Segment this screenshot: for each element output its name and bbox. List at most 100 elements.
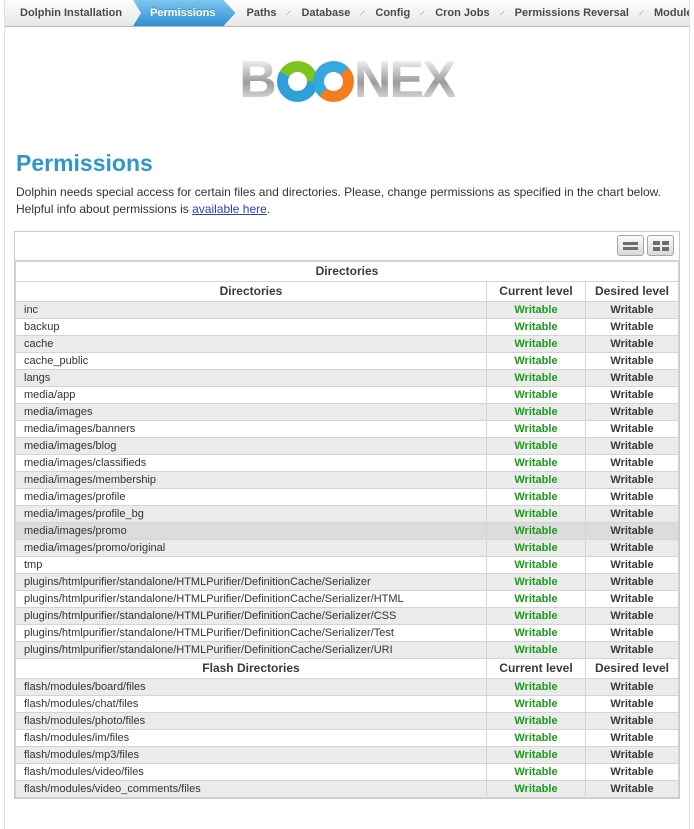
column-header-1: Current level bbox=[486, 658, 585, 678]
column-header-2: Desired level bbox=[585, 658, 678, 678]
view-toggle-toolbar bbox=[15, 232, 679, 261]
table-row: flash/modules/video/filesWritableWritabl… bbox=[16, 763, 679, 780]
nav-step-permissions-reversal[interactable]: Permissions Reversal bbox=[504, 0, 640, 26]
table-row: plugins/htmlpurifier/standalone/HTMLPuri… bbox=[16, 590, 679, 607]
desired-level-cell: Writable bbox=[585, 573, 678, 590]
current-level-cell: Writable bbox=[486, 590, 585, 607]
directory-path-cell: flash/modules/photo/files bbox=[16, 712, 487, 729]
table-row: tmpWritableWritable bbox=[16, 556, 679, 573]
directory-path-cell: plugins/htmlpurifier/standalone/HTMLPuri… bbox=[16, 607, 487, 624]
table-group-header: Directories bbox=[16, 261, 679, 281]
desired-level-cell: Writable bbox=[585, 539, 678, 556]
directory-path-cell: cache bbox=[16, 335, 487, 352]
desired-level-cell: Writable bbox=[585, 437, 678, 454]
grid-view-button[interactable] bbox=[647, 235, 674, 256]
current-level-cell: Writable bbox=[486, 522, 585, 539]
desired-level-cell: Writable bbox=[585, 403, 678, 420]
current-level-cell: Writable bbox=[486, 678, 585, 695]
current-level-cell: Writable bbox=[486, 746, 585, 763]
list-view-icon bbox=[623, 242, 638, 250]
logo-letter-b: B bbox=[239, 56, 275, 104]
desired-level-cell: Writable bbox=[585, 318, 678, 335]
directory-path-cell: plugins/htmlpurifier/standalone/HTMLPuri… bbox=[16, 641, 487, 658]
intro-line2: Helpful info about permissions is bbox=[16, 202, 192, 216]
table-row: incWritableWritable bbox=[16, 301, 679, 318]
directory-path-cell: plugins/htmlpurifier/standalone/HTMLPuri… bbox=[16, 590, 487, 607]
main-content: Permissions Dolphin needs special access… bbox=[5, 150, 689, 218]
table-row: langsWritableWritable bbox=[16, 369, 679, 386]
intro-line1: Dolphin needs special access for certain… bbox=[16, 185, 661, 199]
column-header-1: Current level bbox=[486, 281, 585, 301]
desired-level-cell: Writable bbox=[585, 746, 678, 763]
directory-path-cell: media/images/classifieds bbox=[16, 454, 487, 471]
table-row: flash/modules/video_comments/files Writab… bbox=[16, 780, 679, 797]
logo-ring-green-blue-icon bbox=[277, 61, 318, 102]
desired-level-cell: Writable bbox=[585, 488, 678, 505]
current-level-cell: Writable bbox=[486, 607, 585, 624]
directory-path-cell: media/images/profile_bg bbox=[16, 505, 487, 522]
directory-path-cell: inc bbox=[16, 301, 487, 318]
nav-step-paths[interactable]: Paths bbox=[235, 0, 287, 26]
table-row: flash/modules/chat/filesWritableWritable bbox=[16, 695, 679, 712]
current-level-cell: Writable bbox=[486, 539, 585, 556]
list-view-button[interactable] bbox=[617, 235, 644, 256]
column-header-row: DirectoriesCurrent levelDesired level bbox=[16, 281, 679, 301]
table-row: plugins/htmlpurifier/standalone/HTMLPuri… bbox=[16, 624, 679, 641]
table-row: media/images/blogWritableWritable bbox=[16, 437, 679, 454]
directory-path-cell: flash/modules/mp3/files bbox=[16, 746, 487, 763]
current-level-cell: Writable bbox=[486, 420, 585, 437]
directory-path-cell: media/images/banners bbox=[16, 420, 487, 437]
desired-level-cell: Writable bbox=[585, 301, 678, 318]
current-level-cell: Writable bbox=[486, 386, 585, 403]
boonex-logo: B NEX bbox=[239, 54, 454, 106]
current-level-cell: Writable bbox=[486, 763, 585, 780]
desired-level-cell: Writable bbox=[585, 695, 678, 712]
directory-path-cell: media/app bbox=[16, 386, 487, 403]
table-row: flash/modules/board/filesWritableWritabl… bbox=[16, 678, 679, 695]
desired-level-cell: Writable bbox=[585, 386, 678, 403]
directory-path-cell: media/images/promo bbox=[16, 522, 487, 539]
desired-level-cell: Writable bbox=[585, 369, 678, 386]
table-row: plugins/htmlpurifier/standalone/HTMLPuri… bbox=[16, 607, 679, 624]
page-title: Permissions bbox=[16, 150, 678, 177]
logo-letters-nex: NEX bbox=[354, 56, 455, 104]
directory-path-cell: cache_public bbox=[16, 352, 487, 369]
table-row: flash/modules/im/filesWritableWritable bbox=[16, 729, 679, 746]
current-level-cell: Writable bbox=[486, 729, 585, 746]
current-level-cell: Writable bbox=[486, 505, 585, 522]
directory-path-cell: backup bbox=[16, 318, 487, 335]
current-level-cell: Writable bbox=[486, 301, 585, 318]
desired-level-cell: Writable bbox=[585, 556, 678, 573]
intro-period: . bbox=[267, 202, 270, 216]
directory-path-cell: flash/modules/video/files bbox=[16, 763, 487, 780]
current-level-cell: Writable bbox=[486, 454, 585, 471]
table-row: plugins/htmlpurifier/standalone/HTMLPuri… bbox=[16, 641, 679, 658]
directory-path-cell: flash/modules/video_comments/files bbox=[16, 780, 487, 797]
intro-text: Dolphin needs special access for certain… bbox=[16, 184, 678, 218]
directory-path-cell: media/images/membership bbox=[16, 471, 487, 488]
desired-level-cell: Writable bbox=[585, 780, 678, 797]
nav-step-cron-jobs[interactable]: Cron Jobs bbox=[424, 0, 500, 26]
nav-step-config[interactable]: Config bbox=[364, 0, 421, 26]
nav-step-database[interactable]: Database bbox=[290, 0, 361, 26]
directory-path-cell: media/images bbox=[16, 403, 487, 420]
table-row: media/imagesWritableWritable bbox=[16, 403, 679, 420]
desired-level-cell: Writable bbox=[585, 352, 678, 369]
table-row: media/images/promoWritableWritable bbox=[16, 522, 679, 539]
desired-level-cell: Writable bbox=[585, 624, 678, 641]
logo-container: B NEX bbox=[5, 27, 689, 106]
nav-step-dolphin-installation[interactable]: Dolphin Installation bbox=[9, 0, 133, 26]
column-header-row: Flash DirectoriesCurrent levelDesired le… bbox=[16, 658, 679, 678]
nav-step-permissions[interactable]: Permissions bbox=[133, 0, 235, 26]
available-here-link[interactable]: available here bbox=[192, 202, 267, 216]
current-level-cell: Writable bbox=[486, 437, 585, 454]
desired-level-cell: Writable bbox=[585, 607, 678, 624]
directory-path-cell: plugins/htmlpurifier/standalone/HTMLPuri… bbox=[16, 624, 487, 641]
desired-level-cell: Writable bbox=[585, 712, 678, 729]
directory-path-cell: flash/modules/chat/files bbox=[16, 695, 487, 712]
table-row: plugins/htmlpurifier/standalone/HTMLPuri… bbox=[16, 573, 679, 590]
nav-step-modules[interactable]: Modules bbox=[643, 0, 690, 26]
directory-path-cell: tmp bbox=[16, 556, 487, 573]
current-level-cell: Writable bbox=[486, 335, 585, 352]
current-level-cell: Writable bbox=[486, 712, 585, 729]
